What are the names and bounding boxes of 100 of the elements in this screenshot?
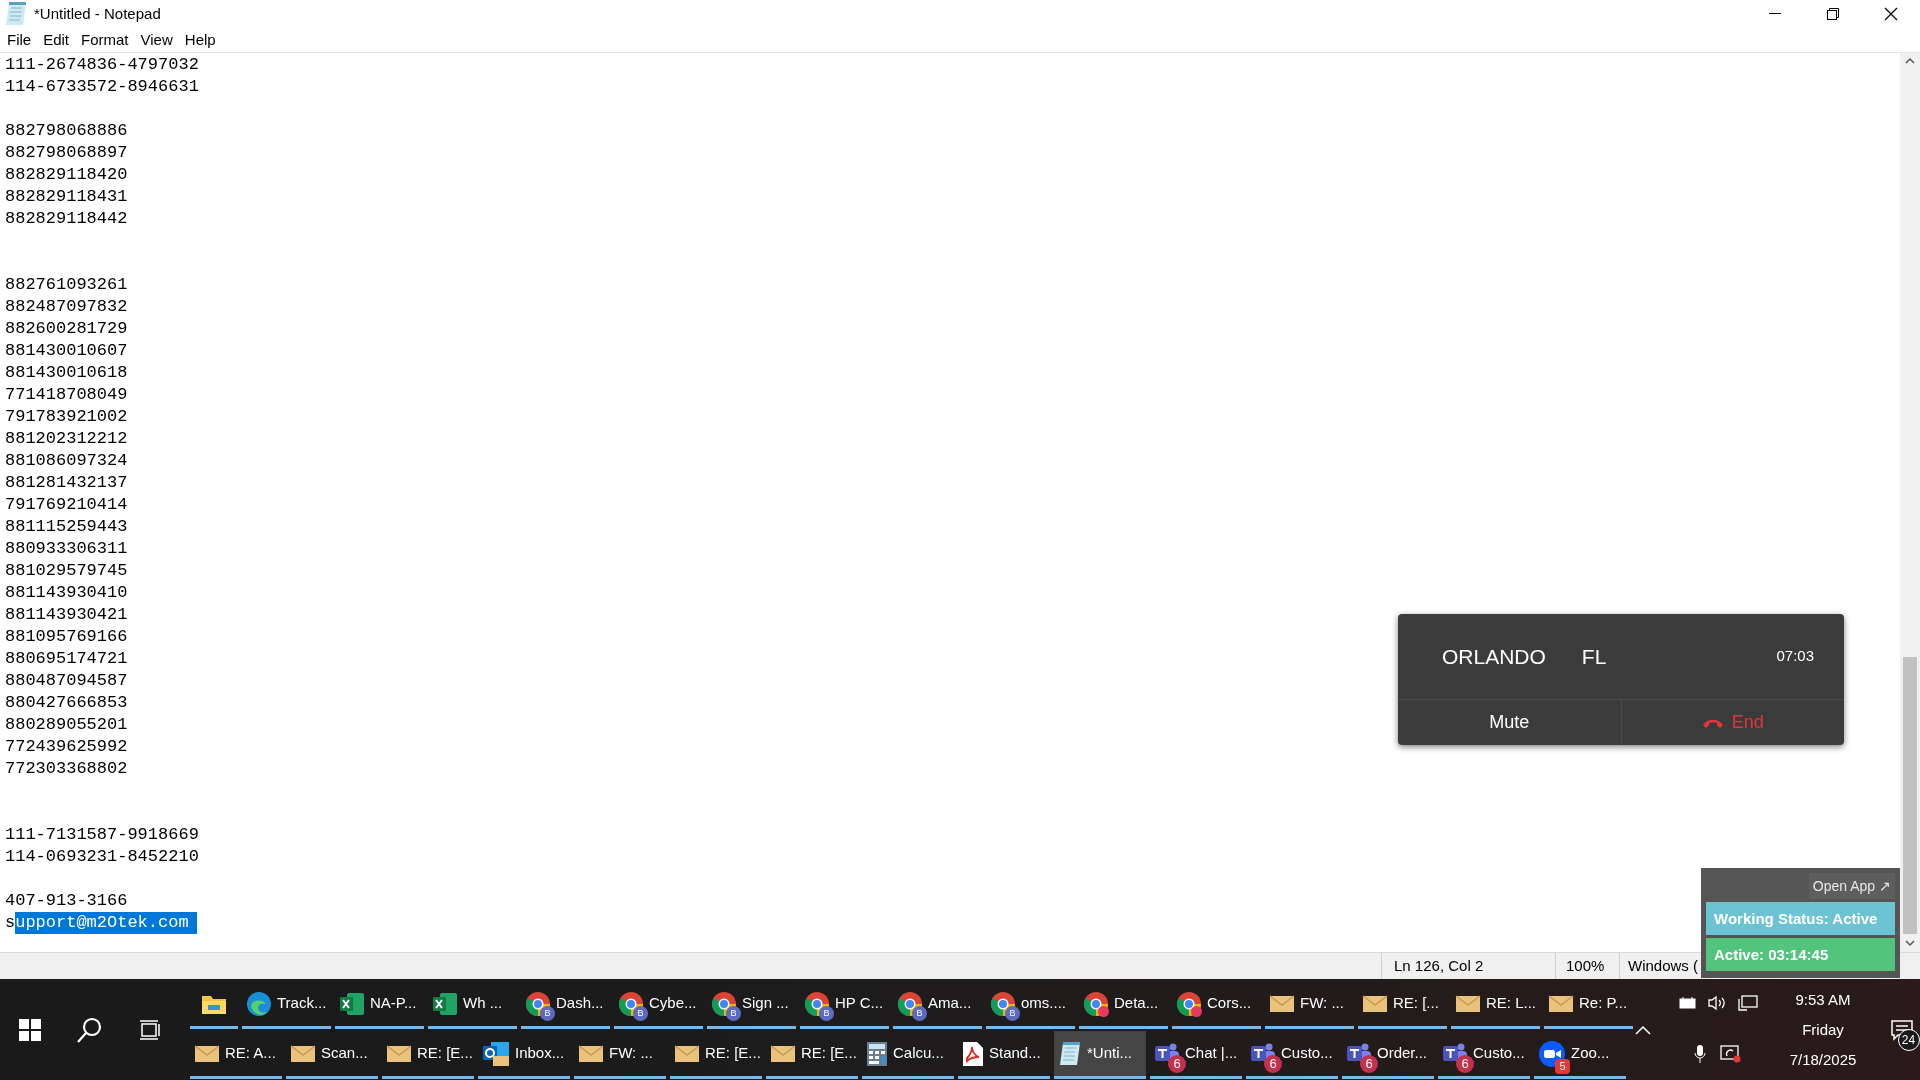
screen-share-icon[interactable]	[1720, 1043, 1742, 1064]
microphone-icon[interactable]	[1694, 1043, 1706, 1064]
text-line: 881430010618	[5, 362, 128, 384]
menu-item[interactable]: File	[1, 28, 38, 52]
text-line: 407-913-3166	[5, 890, 128, 912]
taskbar-button[interactable]: B Sign ...	[707, 981, 796, 1029]
browser-icon	[897, 990, 923, 1017]
text-line: 880427666853	[5, 692, 128, 714]
text-line: 791769210414	[5, 494, 128, 516]
text-line: 881095769166	[5, 626, 128, 648]
minimize-icon	[1769, 13, 1781, 15]
taskbar-button[interactable]: Calcu...	[862, 1031, 954, 1079]
taskbar-button[interactable]: 5 Zoo...	[1534, 1031, 1626, 1079]
caller-state: FL	[1581, 643, 1608, 670]
taskbar-button[interactable]: RE: [E...	[382, 1031, 474, 1079]
windows-icon	[19, 1018, 41, 1041]
text-line: 880289055201	[5, 714, 128, 736]
taskbar-button[interactable]: Re: P...	[1544, 981, 1633, 1029]
text-line: 881430010607	[5, 340, 128, 362]
clock-day[interactable]: Friday	[1802, 1014, 1844, 1045]
scroll-up-icon[interactable]	[1905, 57, 1915, 65]
taskbar-button[interactable]: Scan...	[286, 1031, 378, 1079]
browser-icon	[990, 990, 1016, 1017]
taskbar-button[interactable]: RE: A...	[190, 1031, 282, 1079]
envelope-icon	[1548, 993, 1574, 1014]
cursor-position: Ln 126, Col 2	[1394, 955, 1484, 976]
taskbar-button[interactable]: FW: ...	[1265, 981, 1354, 1029]
menu-item[interactable]: Help	[178, 28, 222, 52]
envelope-icon	[386, 1043, 412, 1064]
taskbar-button[interactable]: 6 Custo...	[1438, 1031, 1530, 1079]
text-line: 880695174721	[5, 648, 128, 670]
scroll-down-icon[interactable]	[1905, 939, 1915, 947]
line-ending: Windows (	[1628, 955, 1698, 976]
maximize-icon	[1827, 8, 1839, 20]
taskbar-button[interactable]: Stand...	[958, 1031, 1050, 1079]
text-line: 882600281729	[5, 318, 128, 340]
open-app-button[interactable]: Open App ↗	[1808, 873, 1895, 899]
text-line: 882487097832	[5, 296, 128, 318]
taskbar-button[interactable]: B Cybe...	[614, 981, 703, 1029]
taskbar-button[interactable]: 6 Order...	[1342, 1031, 1434, 1079]
text-line: 882829118442	[5, 208, 128, 230]
chevron-up-icon[interactable]	[1635, 1024, 1651, 1035]
menu-item[interactable]: Format	[75, 28, 135, 52]
spreadsheet-icon	[432, 991, 458, 1016]
text-line: 111-7131587-9918669	[5, 824, 199, 846]
scroll-thumb[interactable]	[1903, 657, 1917, 934]
text-line: 881143930410	[5, 582, 128, 604]
taskbar-button[interactable]: B HP C...	[800, 981, 889, 1029]
pdf-icon	[962, 1040, 984, 1067]
active-time: Active: 03:14:45	[1706, 938, 1895, 971]
text-line: 881086097324	[5, 450, 128, 472]
envelope-icon	[674, 1043, 700, 1064]
text-line: 881115259443	[5, 516, 128, 538]
notification-count: 24	[1897, 1028, 1920, 1051]
taskbar-button[interactable]: 6 Chat |...	[1150, 1031, 1242, 1079]
battery-icon[interactable]	[1678, 996, 1698, 1011]
text-line: 880487094587	[5, 670, 128, 692]
envelope-icon	[194, 1043, 220, 1064]
scrollbar[interactable]	[1900, 53, 1920, 952]
taskbar-button[interactable]: Deta...	[1079, 981, 1168, 1029]
window-title: *Untitled - Notepad	[34, 3, 161, 24]
text-line: 881029579745	[5, 560, 128, 582]
taskbar-button[interactable]: 6 Custo...	[1246, 1031, 1338, 1079]
taskbar-button[interactable]: NA-P...	[335, 981, 424, 1029]
taskbar-button[interactable]: B Dash...	[521, 981, 610, 1029]
envelope-icon	[770, 1043, 796, 1064]
menu-item[interactable]: Edit	[37, 28, 76, 52]
clock-date[interactable]: 7/18/2025	[1789, 1044, 1857, 1075]
browser-icon	[525, 990, 551, 1017]
taskbar-button[interactable]: Wh ...	[428, 981, 517, 1029]
taskbar-button[interactable]: B Ama...	[893, 981, 982, 1029]
mail-app-icon	[482, 1040, 510, 1067]
caller-city: ORLANDO	[1442, 643, 1546, 670]
text-line: 882761093261	[5, 274, 128, 296]
taskbar-button[interactable]: Cors...	[1172, 981, 1261, 1029]
menu-item[interactable]: View	[134, 28, 179, 52]
volume-icon[interactable]	[1708, 995, 1728, 1012]
browser-icon	[804, 990, 830, 1017]
taskbar-button[interactable]: FW: ...	[574, 1031, 666, 1079]
call-timer: 07:03	[1776, 646, 1814, 667]
text-line: 880933306311	[5, 538, 128, 560]
text-line: 111-2674836-4797032	[5, 54, 199, 76]
taskbar-button[interactable]: *Unti...	[1054, 1031, 1146, 1079]
taskbar-button[interactable]: B oms....	[986, 981, 1075, 1029]
text-line: 881281432137	[5, 472, 128, 494]
network-icon[interactable]	[1738, 995, 1758, 1012]
envelope-icon	[1269, 993, 1295, 1014]
notification-badge: 5	[1555, 1058, 1570, 1074]
search-icon	[76, 1015, 104, 1044]
taskbar-button[interactable]: RE: L...	[1451, 981, 1540, 1029]
clock-time[interactable]: 9:53 AM	[1795, 984, 1851, 1015]
taskbar-button[interactable]: Track...	[242, 981, 331, 1029]
text-line: 882829118420	[5, 164, 128, 186]
taskbar-button[interactable]: RE: [E...	[766, 1031, 858, 1079]
taskbar-button[interactable]: RE: [E...	[670, 1031, 762, 1079]
taskbar-button[interactable]: Inbox...	[478, 1031, 570, 1079]
mute-button[interactable]: Mute	[1398, 700, 1622, 745]
text-line: 772439625992	[5, 736, 128, 758]
taskbar-button[interactable]: RE: [...	[1358, 981, 1447, 1029]
text-line: 114-0693231-8452210	[5, 846, 199, 868]
